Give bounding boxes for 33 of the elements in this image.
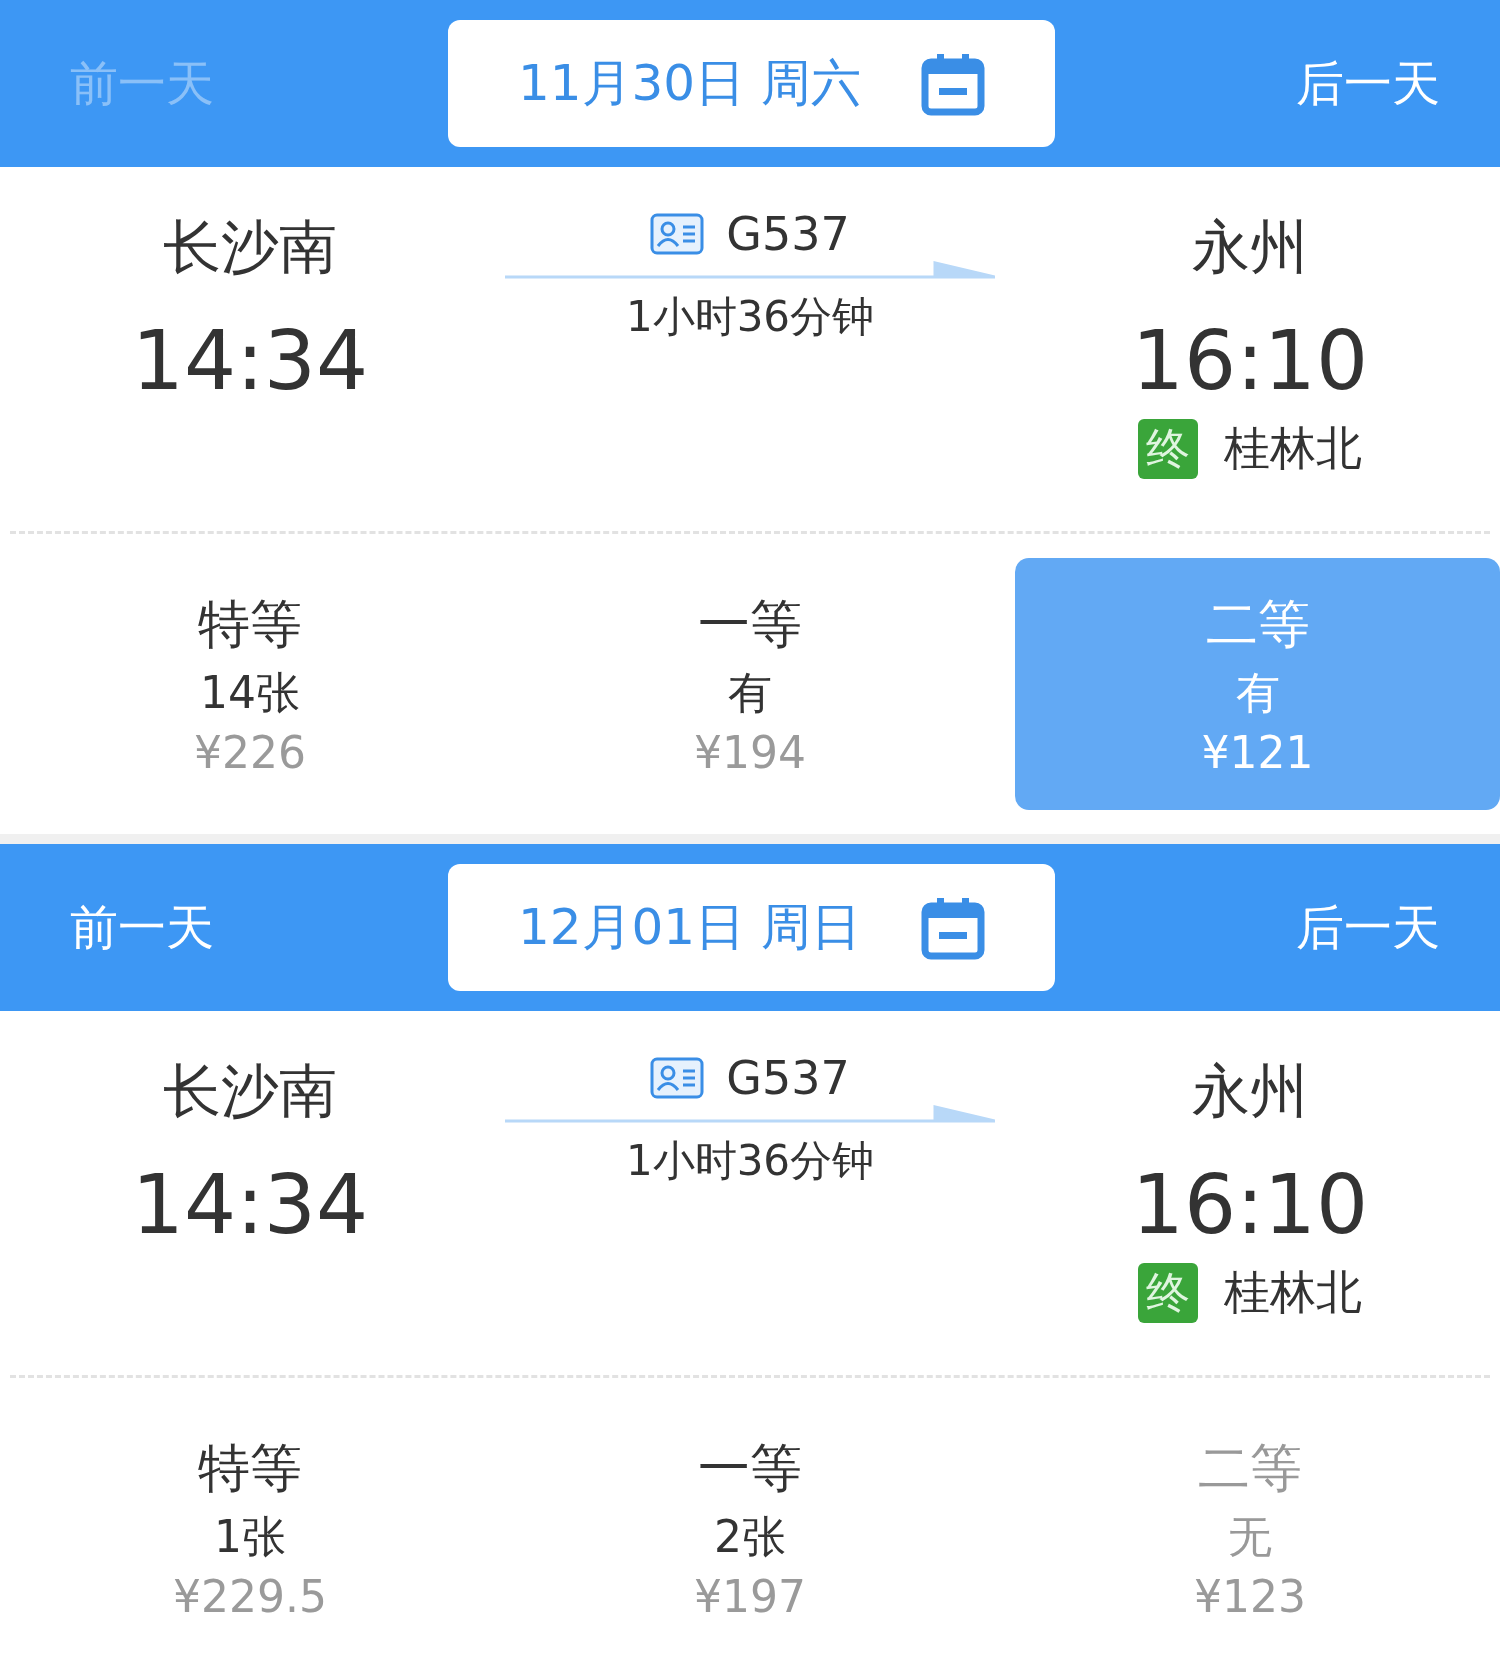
terminus-station: 桂林北 [1224,420,1362,477]
seat-option[interactable]: 一等 2张 ¥197 [500,1402,1000,1654]
date-picker[interactable]: 12月01日 周日 [448,864,1055,991]
id-card-icon [650,213,705,255]
depart-time: 14:34 [131,1157,369,1252]
train-number: G537 [726,1051,850,1105]
depart-time: 14:34 [131,313,369,408]
duration: 1小时36分钟 [625,1135,875,1187]
arrive-time: 16:10 [1131,1157,1369,1252]
date-picker[interactable]: 11月30日 周六 [448,20,1055,147]
date-text: 11月30日 周六 [517,53,862,114]
previous-day-button[interactable]: 前一天 [70,895,214,960]
terminus-station: 桂林北 [1224,1264,1362,1321]
origin-station: 长沙南 [163,1056,337,1127]
origin-station: 长沙南 [163,212,337,283]
train-number: G537 [726,207,850,261]
duration: 1小时36分钟 [625,291,875,343]
next-day-button[interactable]: 后一天 [1296,51,1440,116]
seat-option[interactable]: 特等 14张 ¥226 [0,558,500,810]
arrive-time: 16:10 [1131,313,1369,408]
seat-option[interactable]: 二等 无 ¥123 [1000,1402,1500,1654]
seat-option[interactable]: 二等 有 ¥121 [1015,558,1500,810]
calendar-icon [921,51,986,116]
seat-option[interactable]: 特等 1张 ¥229.5 [0,1402,500,1654]
calendar-icon [921,895,986,960]
next-day-button[interactable]: 后一天 [1296,895,1440,960]
destination-station: 永州 [1192,212,1308,283]
date-text: 12月01日 周日 [517,897,862,958]
terminus-badge: 终 [1138,419,1198,479]
terminus-badge: 终 [1138,1263,1198,1323]
destination-station: 永州 [1192,1056,1308,1127]
id-card-icon [650,1057,705,1099]
seat-option[interactable]: 一等 有 ¥194 [500,558,1000,810]
